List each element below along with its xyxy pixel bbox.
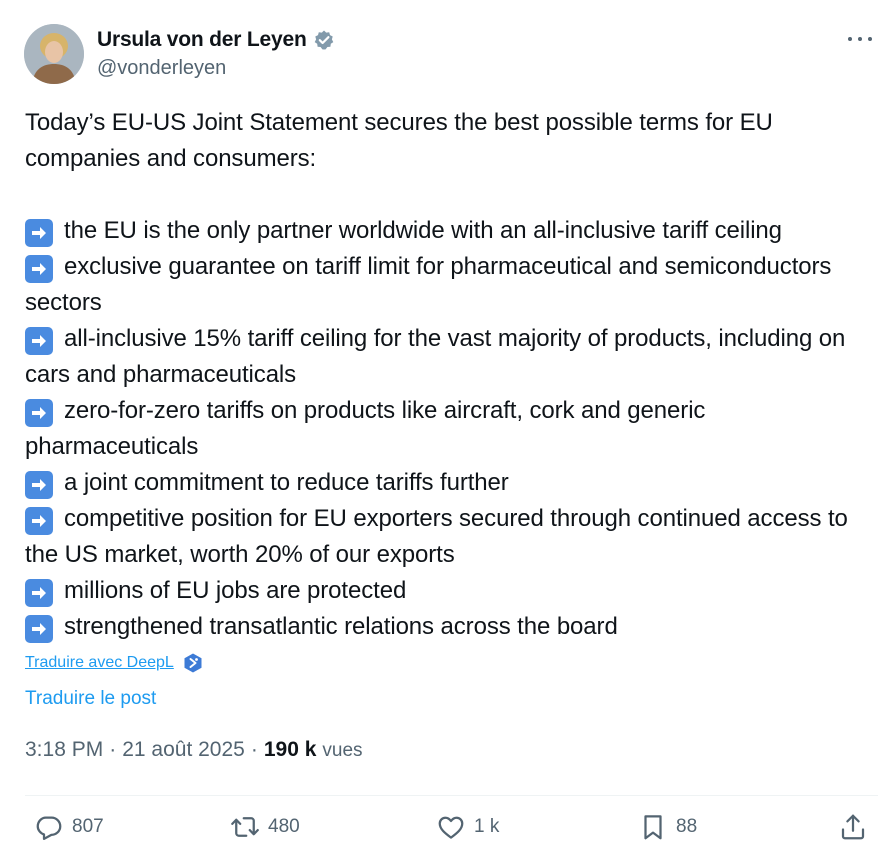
right-arrow-icon <box>25 579 53 607</box>
bullet-text: competitive position for EU exporters se… <box>25 505 848 568</box>
right-arrow-icon <box>25 255 53 283</box>
views-count[interactable]: 190 k <box>264 738 317 762</box>
tweet-bullet: a joint commitment to reduce tariffs fur… <box>25 465 885 501</box>
like-button[interactable]: 1 k <box>436 812 499 842</box>
avatar[interactable] <box>24 24 84 84</box>
tweet-bullet: zero-for-zero tariffs on products like a… <box>25 393 885 465</box>
translate-with-deepl-link[interactable]: Traduire avec DeepL <box>25 654 174 672</box>
like-count: 1 k <box>474 816 500 837</box>
tweet-date[interactable]: 21 août 2025 <box>122 738 245 762</box>
tweet-time[interactable]: 3:18 PM <box>25 738 103 762</box>
author-name-row: Ursula von der Leyen <box>97 28 335 52</box>
bullet-text: exclusive guarantee on tariff limit for … <box>25 253 832 316</box>
tweet-intro: Today’s EU-US Joint Statement secures th… <box>25 109 773 172</box>
heart-icon <box>438 816 464 839</box>
tweet-bullet: the EU is the only partner worldwide wit… <box>25 213 885 249</box>
more-options-icon[interactable] <box>848 30 872 48</box>
tweet-bullet: competitive position for EU exporters se… <box>25 501 885 573</box>
right-arrow-icon <box>25 219 53 247</box>
meta-separator: · <box>109 738 117 761</box>
verified-badge-icon <box>314 30 333 50</box>
tweet-bullet: millions of EU jobs are protected <box>25 573 885 609</box>
bullet-text: strengthened transatlantic relations acr… <box>64 613 618 640</box>
author-handle[interactable]: @vonderleyen <box>97 57 226 80</box>
right-arrow-icon <box>25 327 53 355</box>
deepl-icon <box>184 653 202 673</box>
tweet-actions: 807 480 1 k 88 <box>30 812 874 848</box>
tweet-bullet: strengthened transatlantic relations acr… <box>25 609 885 645</box>
bullet-text: the EU is the only partner worldwide wit… <box>64 217 782 244</box>
repost-icon <box>231 817 259 837</box>
more-dot <box>858 37 862 41</box>
meta-separator: · <box>250 738 258 761</box>
more-dot <box>868 37 872 41</box>
bookmark-icon <box>644 815 662 840</box>
deepl-translate: Traduire avec DeepL <box>25 652 204 674</box>
more-dot <box>848 37 852 41</box>
repost-count: 480 <box>268 816 300 837</box>
reply-button[interactable]: 807 <box>34 812 104 842</box>
right-arrow-icon <box>25 615 53 643</box>
tweet-bullet: all-inclusive 15% tariff ceiling for the… <box>25 321 885 393</box>
right-arrow-icon <box>25 399 53 427</box>
tweet-text: Today’s EU-US Joint Statement secures th… <box>25 105 885 645</box>
repost-button[interactable]: 480 <box>230 812 300 842</box>
bookmark-button[interactable]: 88 <box>638 812 697 842</box>
bullet-text: all-inclusive 15% tariff ceiling for the… <box>25 325 846 388</box>
reply-icon <box>36 816 62 840</box>
tweet-bullet: exclusive guarantee on tariff limit for … <box>25 249 885 321</box>
author-name[interactable]: Ursula von der Leyen <box>97 28 307 52</box>
share-button[interactable] <box>838 812 868 842</box>
tweet-header: Ursula von der Leyen @vonderleyen <box>24 24 878 84</box>
bullet-text: millions of EU jobs are protected <box>64 577 407 604</box>
translate-post-link[interactable]: Traduire le post <box>25 688 156 710</box>
right-arrow-icon <box>25 507 53 535</box>
tweet-meta: 3:18 PM · 21 août 2025 · 190 k vues <box>25 738 363 762</box>
bullet-text: a joint commitment to reduce tariffs fur… <box>64 469 509 496</box>
share-icon <box>841 814 865 840</box>
right-arrow-icon <box>25 471 53 499</box>
bookmark-count: 88 <box>676 816 698 837</box>
reply-count: 807 <box>72 816 104 837</box>
views-label: vues <box>322 740 363 761</box>
divider <box>25 795 878 796</box>
bullet-text: zero-for-zero tariffs on products like a… <box>25 397 706 460</box>
